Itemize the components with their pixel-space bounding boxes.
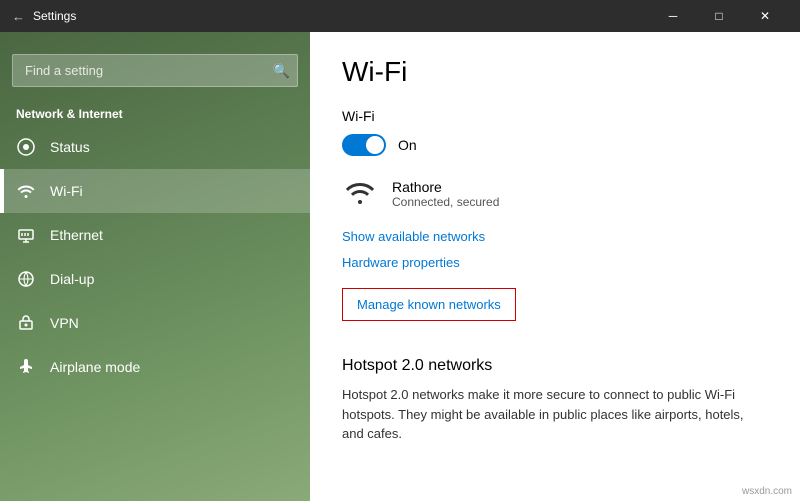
sidebar-item-label-wifi: Wi-Fi [50,183,83,199]
sidebar-item-label-airplane: Airplane mode [50,359,140,375]
show-networks-link[interactable]: Show available networks [342,229,485,244]
minimize-button[interactable]: ─ [650,0,696,32]
search-input[interactable] [12,54,298,87]
sidebar-item-vpn[interactable]: VPN [0,301,310,345]
manage-networks-button[interactable]: Manage known networks [342,288,516,321]
status-icon [16,137,36,157]
sidebar-header [0,32,310,54]
dialup-icon [16,269,36,289]
sidebar-item-label-dialup: Dial-up [50,271,94,287]
wifi-toggle[interactable] [342,134,386,156]
network-status: Connected, secured [392,195,499,209]
hardware-properties-link[interactable]: Hardware properties [342,255,460,270]
page-title: Wi-Fi [342,56,768,88]
main-content: Wi-Fi Wi-Fi On Rathore Connected, secure… [310,32,800,501]
title-bar-title: Settings [33,9,650,23]
section-label: Network & Internet [0,99,310,125]
vpn-icon [16,313,36,333]
wifi-toggle-row: On [342,134,768,156]
search-icon[interactable]: 🔍 [273,62,290,79]
sidebar-item-label-status: Status [50,139,90,155]
window-controls: ─ □ ✕ [650,0,788,32]
hotspot-title: Hotspot 2.0 networks [342,357,768,375]
wifi-section-label: Wi-Fi [342,108,768,124]
close-button[interactable]: ✕ [742,0,788,32]
connected-wifi-icon [342,176,378,212]
sidebar-item-label-ethernet: Ethernet [50,227,103,243]
sidebar-item-wifi[interactable]: Wi-Fi [0,169,310,213]
sidebar-item-dialup[interactable]: Dial-up [0,257,310,301]
network-info: Rathore Connected, secured [392,179,499,209]
network-name: Rathore [392,179,499,195]
sidebar-item-ethernet[interactable]: Ethernet [0,213,310,257]
maximize-button[interactable]: □ [696,0,742,32]
connected-network: Rathore Connected, secured [342,176,768,212]
hotspot-description: Hotspot 2.0 networks make it more secure… [342,385,768,444]
toggle-on-label: On [398,137,417,153]
sidebar-item-label-vpn: VPN [50,315,79,331]
sidebar: 🔍 Network & Internet Status Wi-Fi [0,32,310,501]
app-body: 🔍 Network & Internet Status Wi-Fi [0,32,800,501]
wifi-icon [16,181,36,201]
ethernet-icon [16,225,36,245]
search-box: 🔍 [12,54,298,87]
airplane-icon [16,357,36,377]
sidebar-item-airplane[interactable]: Airplane mode [0,345,310,389]
back-icon[interactable]: ← [12,9,25,24]
sidebar-item-status[interactable]: Status [0,125,310,169]
title-bar: ← Settings ─ □ ✕ [0,0,800,32]
